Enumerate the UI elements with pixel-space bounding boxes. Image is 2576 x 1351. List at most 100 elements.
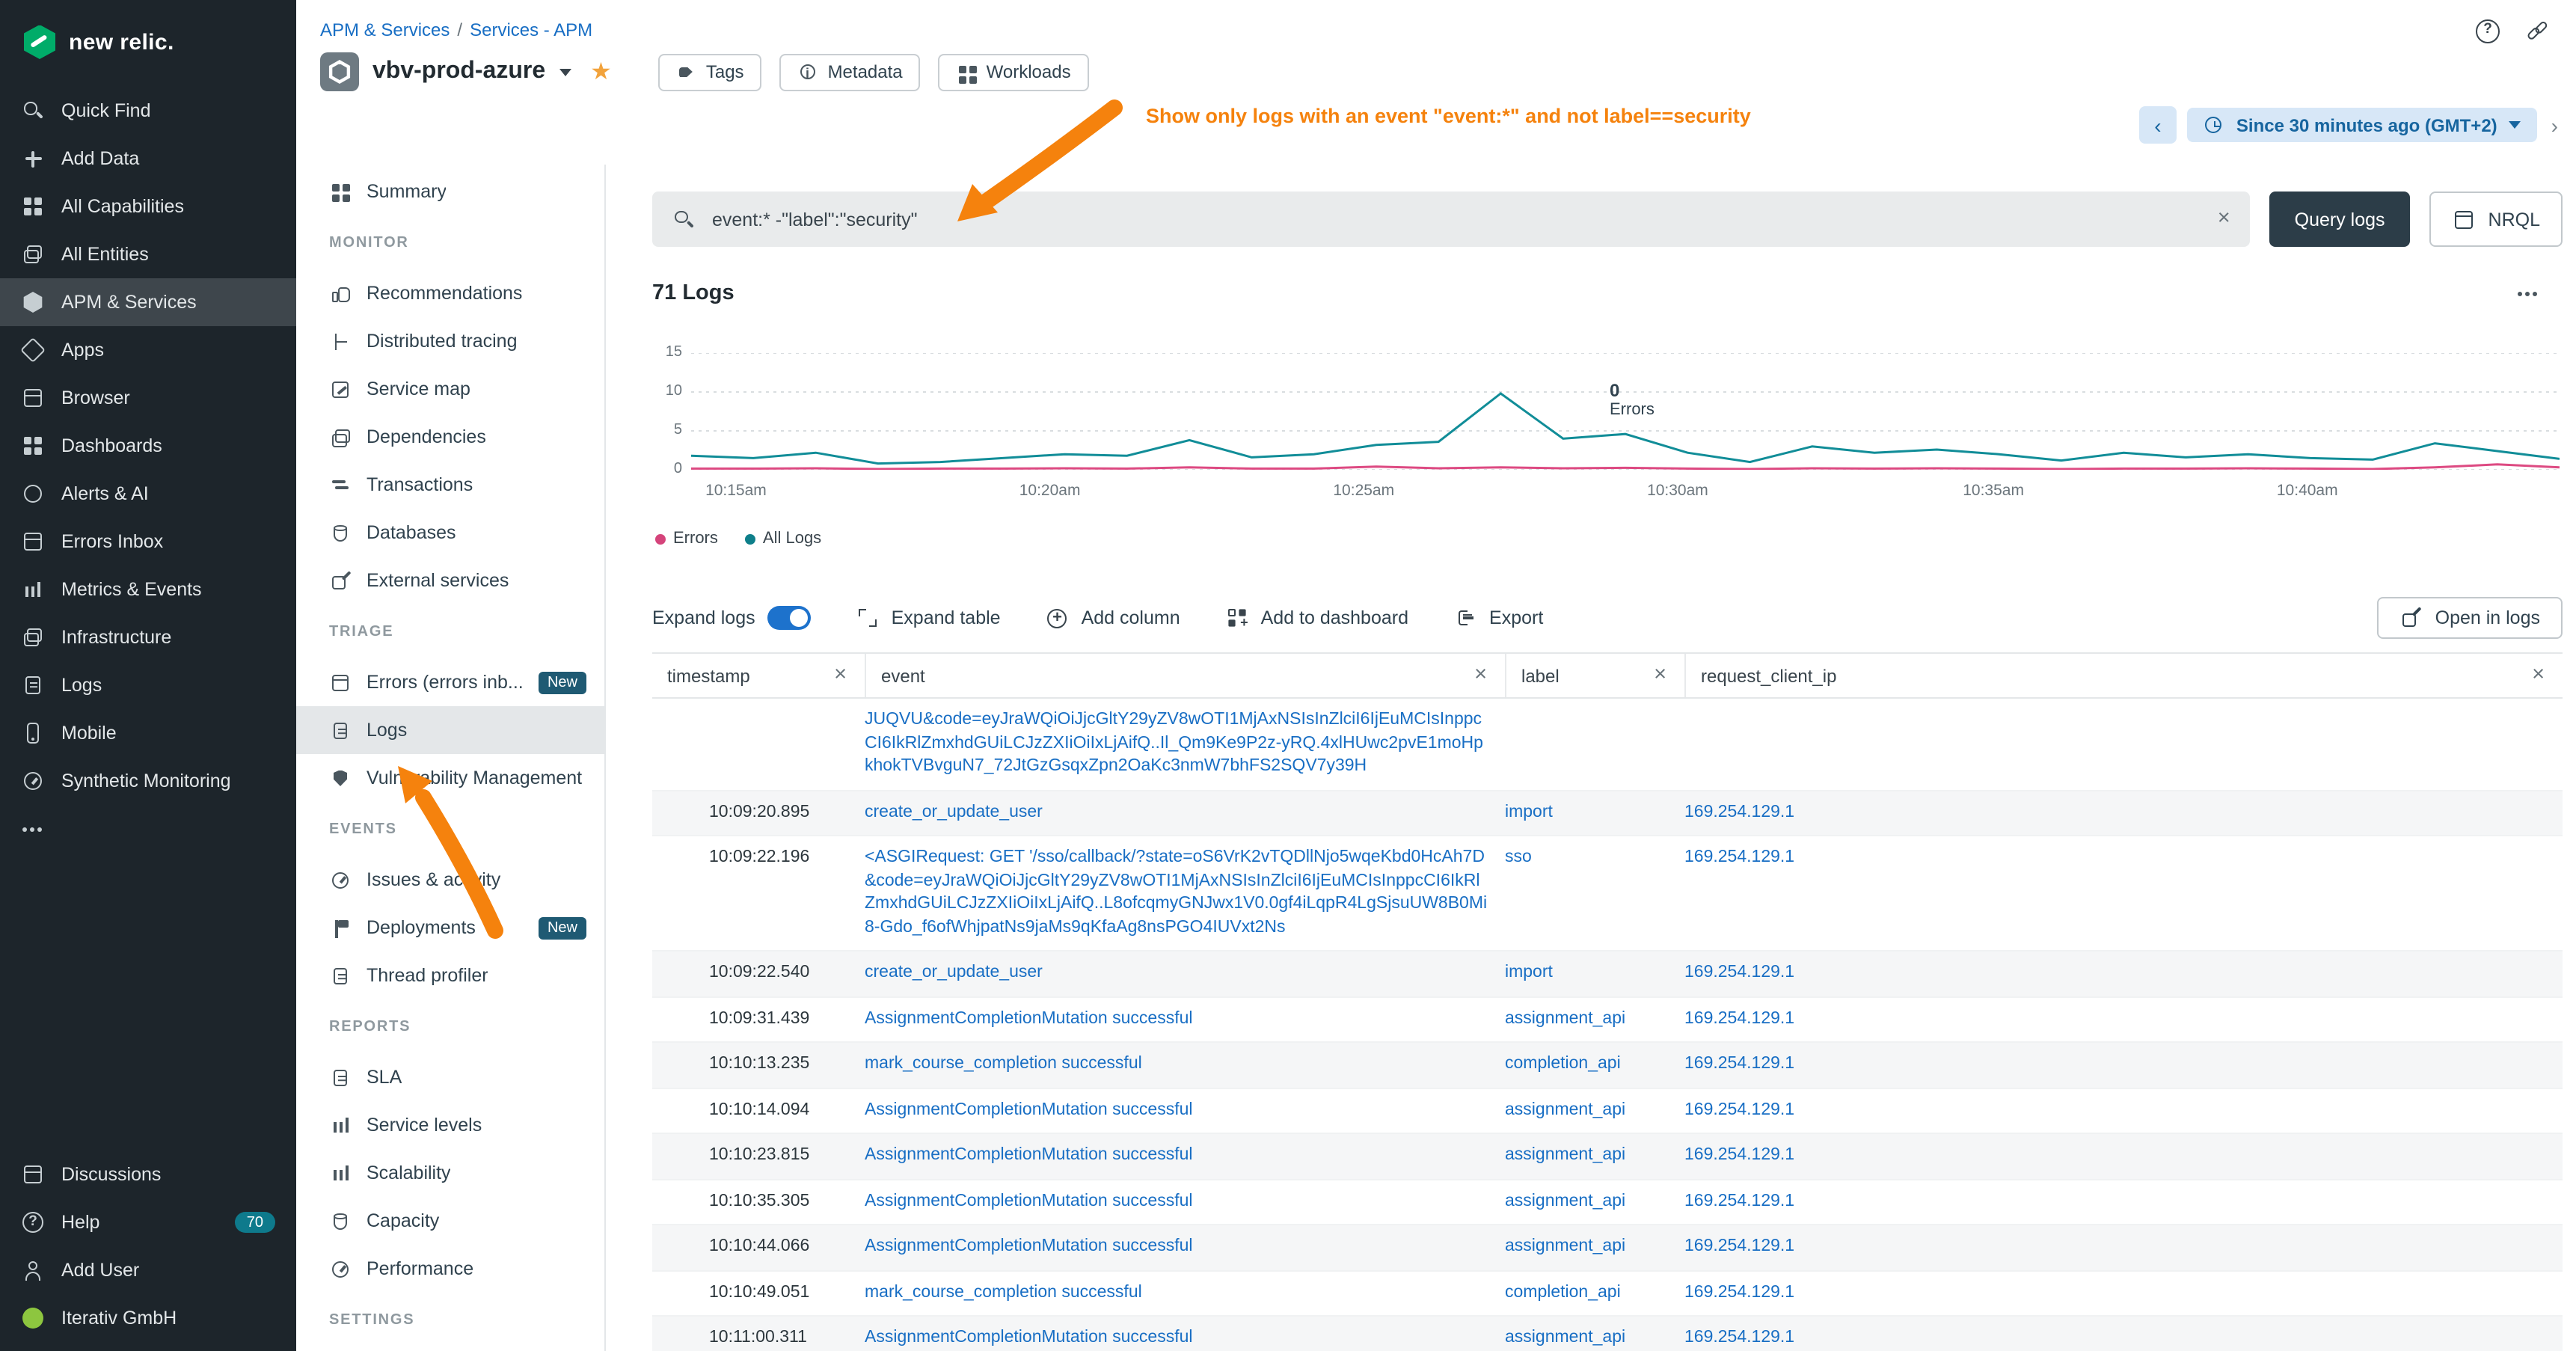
event-link[interactable]: AssignmentCompletionMutation successful bbox=[865, 1146, 1193, 1164]
event-link[interactable]: AssignmentCompletionMutation successful bbox=[865, 1192, 1193, 1210]
sidebar-item-alerts-ai[interactable]: Alerts & AI bbox=[0, 470, 296, 518]
sidebar-item-errors-inbox[interactable]: Errors Inbox bbox=[0, 518, 296, 566]
time-back-button[interactable]: ‹ bbox=[2139, 106, 2177, 144]
subnav-item-summary[interactable]: Summary bbox=[296, 168, 604, 215]
label-link[interactable]: assignment_api bbox=[1505, 1192, 1625, 1210]
legend-item-errors[interactable]: Errors bbox=[655, 530, 718, 548]
ip-link[interactable]: 169.254.129.1 bbox=[1684, 1009, 1794, 1027]
entity-name[interactable]: vbv-prod-azure bbox=[372, 58, 545, 85]
clear-search-icon[interactable] bbox=[2218, 209, 2230, 230]
ip-link[interactable]: 169.254.129.1 bbox=[1684, 1329, 1794, 1347]
label-link[interactable]: completion_api bbox=[1505, 1055, 1621, 1073]
sidebar-item-help[interactable]: Help70 bbox=[0, 1198, 296, 1246]
remove-column-icon[interactable] bbox=[1474, 665, 1487, 687]
table-row[interactable]: JUQVU&code=eyJraWQiOiJjcGltY29yZV8wOTI1M… bbox=[652, 699, 2563, 791]
event-link[interactable]: create_or_update_user bbox=[865, 964, 1043, 981]
label-link[interactable]: import bbox=[1505, 803, 1553, 821]
ip-link[interactable]: 169.254.129.1 bbox=[1684, 1237, 1794, 1255]
pill-tags[interactable]: Tags bbox=[658, 53, 762, 91]
subnav-item-vulnerability-management[interactable]: Vulnerability Management bbox=[296, 754, 604, 802]
open-in-logs-button[interactable]: Open in logs bbox=[2377, 597, 2563, 639]
sidebar-item-discussions[interactable]: Discussions bbox=[0, 1151, 296, 1198]
subnav-item-logs[interactable]: Logs bbox=[296, 706, 604, 754]
time-forward-button[interactable]: › bbox=[2548, 113, 2561, 137]
permalink-icon[interactable] bbox=[2525, 18, 2552, 45]
subnav-item-databases[interactable]: Databases bbox=[296, 509, 604, 557]
label-link[interactable]: assignment_api bbox=[1505, 1009, 1625, 1027]
remove-column-icon[interactable] bbox=[834, 665, 847, 687]
sidebar-item-infrastructure[interactable]: Infrastructure bbox=[0, 613, 296, 661]
help-icon[interactable] bbox=[2474, 18, 2501, 45]
label-link[interactable]: assignment_api bbox=[1505, 1100, 1625, 1118]
sidebar-item-more[interactable] bbox=[0, 805, 296, 853]
toggle-on-icon[interactable] bbox=[767, 606, 811, 630]
export-button[interactable]: Export bbox=[1453, 606, 1543, 630]
ip-link[interactable]: 169.254.129.1 bbox=[1684, 1146, 1794, 1164]
legend-item-all-logs[interactable]: All Logs bbox=[745, 530, 821, 548]
search-input[interactable] bbox=[709, 207, 2204, 231]
pill-metadata[interactable]: Metadata bbox=[780, 53, 921, 91]
logs-search-bar[interactable] bbox=[652, 192, 2250, 247]
subnav-item-recommendations[interactable]: Recommendations bbox=[296, 269, 604, 317]
more-options-icon[interactable] bbox=[2516, 281, 2540, 305]
subnav-item-distributed-tracing[interactable]: Distributed tracing bbox=[296, 317, 604, 365]
ip-link[interactable]: 169.254.129.1 bbox=[1684, 848, 1794, 866]
ip-link[interactable]: 169.254.129.1 bbox=[1684, 803, 1794, 821]
subnav-item-thread-profiler[interactable]: Thread profiler bbox=[296, 952, 604, 999]
sidebar-item-logs[interactable]: Logs bbox=[0, 661, 296, 709]
sidebar-item-apm-services[interactable]: APM & Services bbox=[0, 278, 296, 326]
label-link[interactable]: assignment_api bbox=[1505, 1237, 1625, 1255]
subnav-item-issues-activity[interactable]: Issues & activity bbox=[296, 856, 604, 904]
nrql-button[interactable]: NRQL bbox=[2430, 192, 2563, 247]
subnav-item-sla[interactable]: SLA bbox=[296, 1053, 604, 1101]
subnav-item-capacity[interactable]: Capacity bbox=[296, 1197, 604, 1245]
sidebar-item-browser[interactable]: Browser bbox=[0, 374, 296, 422]
time-picker[interactable]: Since 30 minutes ago (GMT+2) bbox=[2187, 108, 2538, 142]
label-link[interactable]: completion_api bbox=[1505, 1283, 1621, 1301]
table-row[interactable]: 10:10:13.235mark_course_completion succe… bbox=[652, 1043, 2563, 1088]
table-row[interactable]: 10:09:31.439AssignmentCompletionMutation… bbox=[652, 997, 2563, 1043]
sidebar-item-quick-find[interactable]: Quick Find bbox=[0, 87, 296, 135]
ip-link[interactable]: 169.254.129.1 bbox=[1684, 1192, 1794, 1210]
subnav-item-errors-errors-inb[interactable]: Errors (errors inb...New bbox=[296, 658, 604, 706]
sidebar-item-apps[interactable]: Apps bbox=[0, 326, 296, 374]
event-link[interactable]: <ASGIRequest: GET '/sso/callback/?state=… bbox=[865, 848, 1487, 936]
subnav-item-dependencies[interactable]: Dependencies bbox=[296, 413, 604, 461]
event-link[interactable]: AssignmentCompletionMutation successful bbox=[865, 1329, 1193, 1347]
add-column-button[interactable]: Add column bbox=[1046, 606, 1180, 630]
favorite-star-icon[interactable]: ★ bbox=[590, 57, 612, 87]
event-link[interactable]: mark_course_completion successful bbox=[865, 1055, 1142, 1073]
event-link[interactable]: mark_course_completion successful bbox=[865, 1283, 1142, 1301]
event-link[interactable]: AssignmentCompletionMutation successful bbox=[865, 1009, 1193, 1027]
sidebar-item-add-user[interactable]: Add User bbox=[0, 1246, 296, 1294]
event-link[interactable]: JUQVU&code=eyJraWQiOiJjcGltY29yZV8wOTI1M… bbox=[865, 711, 1483, 775]
subnav-item-service-map[interactable]: Service map bbox=[296, 365, 604, 413]
subnav-item-transactions[interactable]: Transactions bbox=[296, 461, 604, 509]
event-link[interactable]: AssignmentCompletionMutation successful bbox=[865, 1237, 1193, 1255]
sidebar-item-mobile[interactable]: Mobile bbox=[0, 709, 296, 757]
expand-logs-toggle[interactable]: Expand logs bbox=[652, 606, 811, 630]
label-link[interactable]: import bbox=[1505, 964, 1553, 981]
expand-table-button[interactable]: Expand table bbox=[856, 606, 1001, 630]
pill-workloads[interactable]: Workloads bbox=[939, 53, 1089, 91]
table-row[interactable]: 10:09:22.196<ASGIRequest: GET '/sso/call… bbox=[652, 836, 2563, 952]
sidebar-item-add-data[interactable]: Add Data bbox=[0, 135, 296, 183]
query-logs-button[interactable]: Query logs bbox=[2269, 192, 2411, 247]
event-link[interactable]: AssignmentCompletionMutation successful bbox=[865, 1100, 1193, 1118]
table-row[interactable]: 10:10:23.815AssignmentCompletionMutation… bbox=[652, 1134, 2563, 1180]
sidebar-item-all-entities[interactable]: All Entities bbox=[0, 230, 296, 278]
table-row[interactable]: 10:09:22.540create_or_update_userimport1… bbox=[652, 952, 2563, 997]
add-to-dashboard-button[interactable]: Add to dashboard bbox=[1225, 606, 1408, 630]
table-row[interactable]: 10:10:44.066AssignmentCompletionMutation… bbox=[652, 1225, 2563, 1271]
sidebar-item-metrics-events[interactable]: Metrics & Events bbox=[0, 566, 296, 613]
sidebar-item-iterativ-gmbh[interactable]: Iterativ GmbH bbox=[0, 1294, 296, 1342]
label-link[interactable]: sso bbox=[1505, 848, 1532, 866]
table-row[interactable]: 10:10:49.051mark_course_completion succe… bbox=[652, 1271, 2563, 1317]
label-link[interactable]: assignment_api bbox=[1505, 1146, 1625, 1164]
breadcrumb-link[interactable]: Services - APM bbox=[470, 19, 592, 40]
entity-dropdown-icon[interactable] bbox=[559, 68, 571, 82]
subnav-item-performance[interactable]: Performance bbox=[296, 1245, 604, 1293]
table-row[interactable]: 10:10:35.305AssignmentCompletionMutation… bbox=[652, 1180, 2563, 1225]
sidebar-item-all-capabilities[interactable]: All Capabilities bbox=[0, 183, 296, 230]
ip-link[interactable]: 169.254.129.1 bbox=[1684, 1283, 1794, 1301]
